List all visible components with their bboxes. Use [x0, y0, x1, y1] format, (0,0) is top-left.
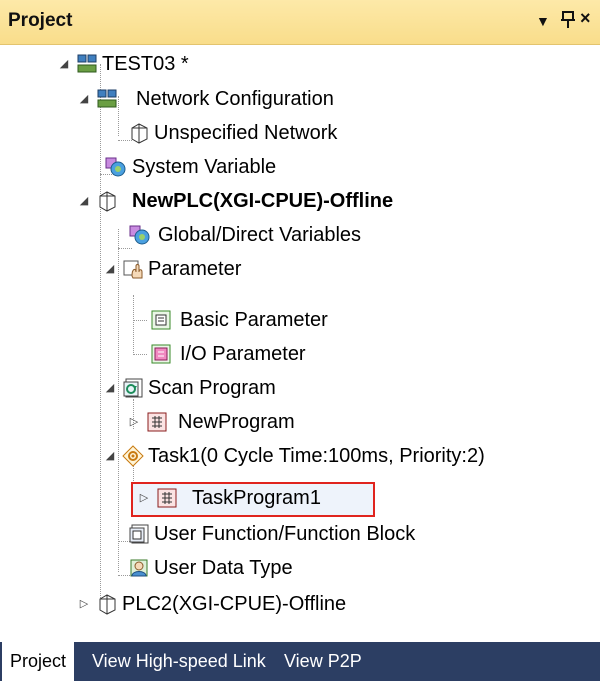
scan-program-icon — [123, 378, 143, 398]
plc-cube-icon — [99, 594, 116, 615]
tree-guide — [133, 320, 147, 321]
tree-node-label: NewPLC(XGI-CPUE)-Offline — [132, 190, 394, 212]
project-tree: ◢ TEST03 * ◢ Network Configuration Unspe… — [0, 44, 600, 626]
tree-node-label: NewProgram — [178, 411, 295, 433]
tree-guide — [118, 229, 119, 572]
expanded-arrow-icon[interactable]: ◢ — [104, 450, 116, 462]
tree-guide — [133, 354, 147, 355]
tree-guide — [100, 64, 101, 610]
plc-cube-icon — [131, 123, 148, 144]
function-block-icon — [129, 524, 149, 544]
basic-parameter-icon — [151, 310, 171, 330]
program-icon — [147, 412, 167, 432]
tree-guide — [133, 295, 134, 355]
tree-node-label: Parameter — [148, 258, 242, 280]
tree-node-label: Network Configuration — [136, 88, 334, 110]
collapsed-arrow-icon[interactable]: ▷ — [78, 598, 90, 610]
tree-guide — [118, 96, 119, 136]
plc-cube-icon — [99, 191, 116, 212]
parameter-icon — [123, 260, 143, 279]
data-type-icon — [130, 559, 148, 577]
variable-icon — [105, 157, 126, 177]
collapsed-arrow-icon[interactable]: ▷ — [138, 492, 150, 504]
panel-title-bar: Project ▼ × — [0, 0, 600, 45]
task-icon — [122, 445, 144, 467]
tree-node-label: PLC2(XGI-CPUE)-Offline — [122, 593, 347, 615]
tree-node-label: I/O Parameter — [180, 343, 306, 365]
project-icon — [77, 54, 97, 73]
tree-node-label: Global/Direct Variables — [158, 224, 362, 246]
tree-node-label: Scan Program — [148, 377, 276, 399]
chevron-down-icon[interactable]: ▼ — [536, 13, 550, 29]
close-icon[interactable]: × — [580, 8, 591, 29]
io-parameter-icon — [151, 344, 171, 364]
tree-node-label: System Variable — [132, 156, 277, 178]
expanded-arrow-icon[interactable]: ◢ — [78, 195, 90, 207]
panel-title: Project — [8, 10, 73, 31]
tree-guide — [118, 248, 132, 249]
expanded-arrow-icon[interactable]: ◢ — [78, 93, 90, 105]
tab-view-high-speed-link[interactable]: View High-speed Link — [84, 642, 274, 681]
bottom-tab-bar: Project View High-speed Link View P2P — [0, 626, 600, 681]
collapsed-arrow-icon[interactable]: ▷ — [128, 416, 140, 428]
tree-node-label: TaskProgram1 — [192, 487, 321, 509]
tree-node-label: User Data Type — [154, 557, 293, 579]
tab-view-p2p[interactable]: View P2P — [276, 642, 370, 681]
variable-icon — [129, 225, 150, 245]
tree-node-label: Unspecified Network — [154, 122, 338, 144]
tree-node-label: Task1(0 Cycle Time:100ms, Priority:2) — [148, 445, 485, 467]
program-icon — [157, 488, 177, 508]
tree-node-label: TEST03 * — [102, 53, 189, 75]
pin-icon[interactable] — [560, 8, 576, 35]
expanded-arrow-icon[interactable]: ◢ — [58, 58, 70, 70]
expanded-arrow-icon[interactable]: ◢ — [104, 263, 116, 275]
tree-node-label: Basic Parameter — [180, 309, 328, 331]
tree-node-label: User Function/Function Block — [154, 523, 416, 545]
expanded-arrow-icon[interactable]: ◢ — [104, 382, 116, 394]
tab-project[interactable]: Project — [0, 642, 75, 681]
network-icon — [97, 89, 117, 108]
